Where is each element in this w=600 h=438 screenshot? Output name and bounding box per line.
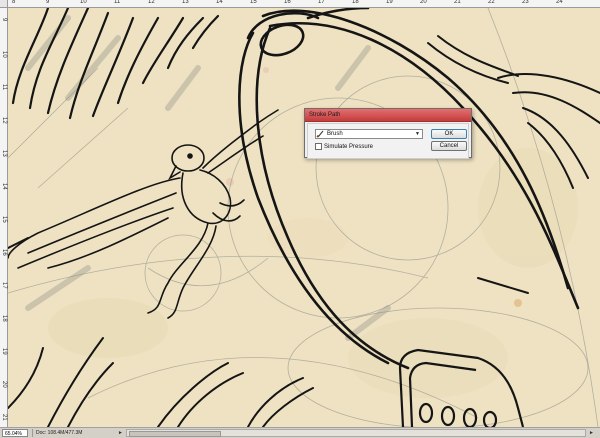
tool-select-value: Brush bbox=[327, 131, 343, 137]
ruler-left-tick-label: 10 bbox=[1, 51, 7, 58]
ruler-left-tick-label: 18 bbox=[1, 315, 7, 322]
ruler-top-tick-label: 24 bbox=[556, 0, 563, 5]
griffin-sketch bbox=[8, 109, 279, 319]
simulate-pressure-label: Simulate Pressure bbox=[324, 143, 374, 150]
ruler-top-tick-label: 8 bbox=[12, 0, 16, 5]
ruler-left-tick-label: 12 bbox=[1, 117, 7, 124]
ruler-top-tick-label: 10 bbox=[80, 0, 87, 5]
chevron-down-icon: ▼ bbox=[415, 131, 420, 137]
ruler-top-tick-label: 19 bbox=[386, 0, 393, 5]
ruler-left-tick-label: 17 bbox=[1, 282, 7, 289]
horizontal-scrollbar[interactable] bbox=[126, 429, 586, 437]
ruler-left-tick-label: 11 bbox=[1, 84, 7, 91]
ruler-top-tick-label: 15 bbox=[250, 0, 257, 5]
ruler-left-tick-label: 15 bbox=[1, 216, 7, 223]
scrollbar-thumb[interactable] bbox=[129, 431, 221, 437]
ruler-top-tick-label: 20 bbox=[420, 0, 427, 5]
ruler-top-tick-label: 11 bbox=[114, 0, 121, 5]
sketch-artwork bbox=[8, 8, 600, 427]
ruler-top-tick-label: 17 bbox=[318, 0, 325, 5]
stroke-path-dialog: Stroke Path Brush ▼ Simulate Pressure OK… bbox=[304, 108, 472, 159]
grass-blades bbox=[8, 337, 314, 427]
ruler-top-tick-label: 18 bbox=[352, 0, 359, 5]
cancel-button[interactable]: Cancel bbox=[431, 141, 467, 151]
ruler-top-tick-label: 12 bbox=[148, 0, 155, 5]
ruler-left-tick-label: 9 bbox=[1, 18, 7, 22]
ruler-left-tick-label: 19 bbox=[1, 348, 7, 355]
horizontal-ruler[interactable]: 8 9 10 11 12 13 14 15 16 17 18 19 20 21 22 23 24 bbox=[8, 0, 600, 8]
ruler-top-tick-label: 16 bbox=[284, 0, 291, 5]
ruler-left-tick-label: 16 bbox=[1, 249, 7, 256]
brush-icon bbox=[316, 130, 326, 138]
ruler-left-tick-label: 14 bbox=[1, 183, 7, 190]
ruler-top-tick-label: 13 bbox=[182, 0, 189, 5]
ruler-left-tick-label: 21 bbox=[1, 414, 7, 421]
ruler-top-tick-label: 22 bbox=[488, 0, 495, 5]
dialog-titlebar[interactable]: Stroke Path bbox=[305, 109, 471, 122]
status-arrow-right-icon[interactable]: ► bbox=[117, 429, 124, 437]
ruler-top-tick-label: 23 bbox=[522, 0, 529, 5]
ruler-top-tick-label: 9 bbox=[46, 0, 50, 5]
ruler-top-tick-label: 21 bbox=[454, 0, 461, 5]
photoshop-window: 8 9 10 11 12 13 14 15 16 17 18 19 20 21 22 23 24 9 10 11 12… bbox=[0, 0, 600, 438]
simulate-pressure-checkbox[interactable] bbox=[315, 143, 322, 150]
ruler-left-tick-label: 20 bbox=[1, 381, 7, 388]
status-bar: 65.04% Doc: 108.4M/477.3M ► ► bbox=[0, 427, 600, 438]
top-feathers bbox=[11, 8, 220, 120]
vertical-ruler[interactable]: 9 10 11 12 13 14 15 16 17 18 19 20 21 bbox=[0, 8, 8, 427]
doc-size-info[interactable]: Doc: 108.4M/477.3M bbox=[32, 429, 121, 437]
grey-shading bbox=[25, 15, 391, 341]
scroll-right-arrow-icon[interactable]: ► bbox=[588, 429, 595, 437]
ruler-top-tick-label: 14 bbox=[216, 0, 223, 5]
dialog-title: Stroke Path bbox=[309, 112, 341, 118]
tool-select[interactable]: Brush ▼ bbox=[315, 129, 423, 139]
simulate-pressure-row[interactable]: Simulate Pressure bbox=[315, 143, 373, 150]
document-canvas[interactable]: Stroke Path Brush ▼ Simulate Pressure OK… bbox=[8, 8, 600, 427]
ok-button[interactable]: OK bbox=[431, 129, 467, 139]
ruler-left-tick-label: 13 bbox=[1, 150, 7, 157]
zoom-level-field[interactable]: 65.04% bbox=[2, 429, 28, 437]
ruler-corner bbox=[0, 0, 8, 8]
dialog-body: Brush ▼ Simulate Pressure OK Cancel bbox=[307, 123, 469, 159]
